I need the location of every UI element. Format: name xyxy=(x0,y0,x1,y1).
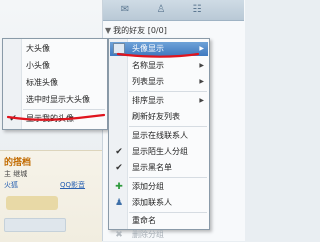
menu-item-add-group[interactable]: ✚ 添加分组 xyxy=(110,180,208,194)
menu-item-label: 标准头像 xyxy=(26,78,58,87)
chat-add-icon: ✚ xyxy=(115,182,123,192)
delete-icon: ✖ xyxy=(115,230,123,240)
user-status: 主 继城 xyxy=(4,170,28,178)
link-firefox[interactable]: 火狐 xyxy=(4,180,18,190)
bottom-toolbar xyxy=(4,218,66,232)
group-label: 我的好友 [0/0] xyxy=(113,26,167,35)
chat-tab-icon[interactable]: ✉ xyxy=(117,3,133,17)
submenu-arrow-icon: ▶ xyxy=(199,45,204,52)
menu-item-list-display[interactable]: 列表显示 ▶ xyxy=(110,75,208,89)
menu-item-small-avatar[interactable]: 小头像 xyxy=(4,59,106,73)
menu-item-rename[interactable]: 重命名 xyxy=(110,214,208,228)
contacts-tab-icon[interactable]: ♙ xyxy=(153,3,169,17)
menu-item-refresh-list[interactable]: 刷新好友列表 xyxy=(110,110,208,124)
submenu-arrow-icon: ▶ xyxy=(199,62,204,69)
menu-item-show-my-avatar[interactable]: ✔ 显示我的头像 xyxy=(4,112,106,126)
menu-item-label: 头像显示 xyxy=(132,44,164,53)
menu-item-label: 小头像 xyxy=(26,61,50,70)
contacts-context-menu: 头像显示 ▶ 名称显示 ▶ 列表显示 ▶ 排序显示 ▶ 刷新好友列表 显示在线联… xyxy=(108,38,210,240)
menu-item-label: 刷新好友列表 xyxy=(132,112,180,121)
menu-separator xyxy=(129,177,207,178)
menu-item-large-avatar[interactable]: 大头像 xyxy=(4,42,106,56)
menu-item-show-blacklist[interactable]: ✔ 显示黑名单 xyxy=(110,161,208,175)
contacts-tab-bar: ✉ ♙ ☷ xyxy=(103,0,244,21)
menu-separator xyxy=(23,109,105,110)
menu-item-show-online[interactable]: 显示在线联系人 xyxy=(110,129,208,143)
checkmark-icon: ✔ xyxy=(115,163,123,173)
menu-item-label: 添加分组 xyxy=(132,182,164,191)
menu-item-label: 大头像 xyxy=(26,44,50,53)
menu-item-show-strangers[interactable]: ✔ 显示陌生人分组 xyxy=(110,145,208,159)
menu-item-label: 显示黑名单 xyxy=(132,163,172,172)
people-icon: ♟ xyxy=(114,198,124,208)
chevron-down-icon: ▼ xyxy=(105,26,112,35)
menu-item-label: 列表显示 xyxy=(132,77,164,86)
menu-item-label: 排序显示 xyxy=(132,96,164,105)
menu-item-add-contact[interactable]: ♟ 添加联系人 xyxy=(110,196,208,210)
menu-item-sort-display[interactable]: 排序显示 ▶ xyxy=(110,94,208,108)
ad-banner xyxy=(6,196,58,210)
submenu-arrow-icon: ▶ xyxy=(199,78,204,85)
menu-item-label: 显示在线联系人 xyxy=(132,131,188,140)
menu-item-large-on-select[interactable]: 选中时显示大头像 xyxy=(4,93,106,107)
menu-item-label: 显示我的头像 xyxy=(26,114,74,123)
menu-separator xyxy=(129,126,207,127)
avatar-display-icon xyxy=(113,43,125,55)
groups-tab-icon[interactable]: ☷ xyxy=(189,3,205,17)
checkmark-icon: ✔ xyxy=(115,147,123,157)
menu-item-standard-avatar[interactable]: 标准头像 xyxy=(4,76,106,90)
menu-item-label: 添加联系人 xyxy=(132,198,172,207)
menu-separator xyxy=(129,91,207,92)
menu-item-label: 显示陌生人分组 xyxy=(132,147,188,156)
menu-item-label: 重命名 xyxy=(132,216,156,225)
menu-item-name-display[interactable]: 名称显示 ▶ xyxy=(110,59,208,73)
user-name: 的搭档 xyxy=(4,158,32,168)
checkmark-icon: ✔ xyxy=(9,114,17,124)
avatar-display-submenu: 大头像 小头像 标准头像 选中时显示大头像 ✔ 显示我的头像 xyxy=(2,38,108,130)
group-my-friends[interactable]: ▼ 我的好友 [0/0] xyxy=(105,24,244,38)
submenu-arrow-icon: ▶ xyxy=(199,97,204,104)
menu-item-delete-group[interactable]: ✖ 删除分组 xyxy=(110,228,208,242)
menu-item-label: 删除分组 xyxy=(132,230,164,239)
menu-separator xyxy=(129,212,207,213)
menu-item-avatar-display[interactable]: 头像显示 ▶ xyxy=(110,42,208,56)
link-qq-player[interactable]: QQ影音 xyxy=(60,180,85,190)
menu-item-label: 名称显示 xyxy=(132,61,164,70)
menu-item-label: 选中时显示大头像 xyxy=(26,95,90,104)
